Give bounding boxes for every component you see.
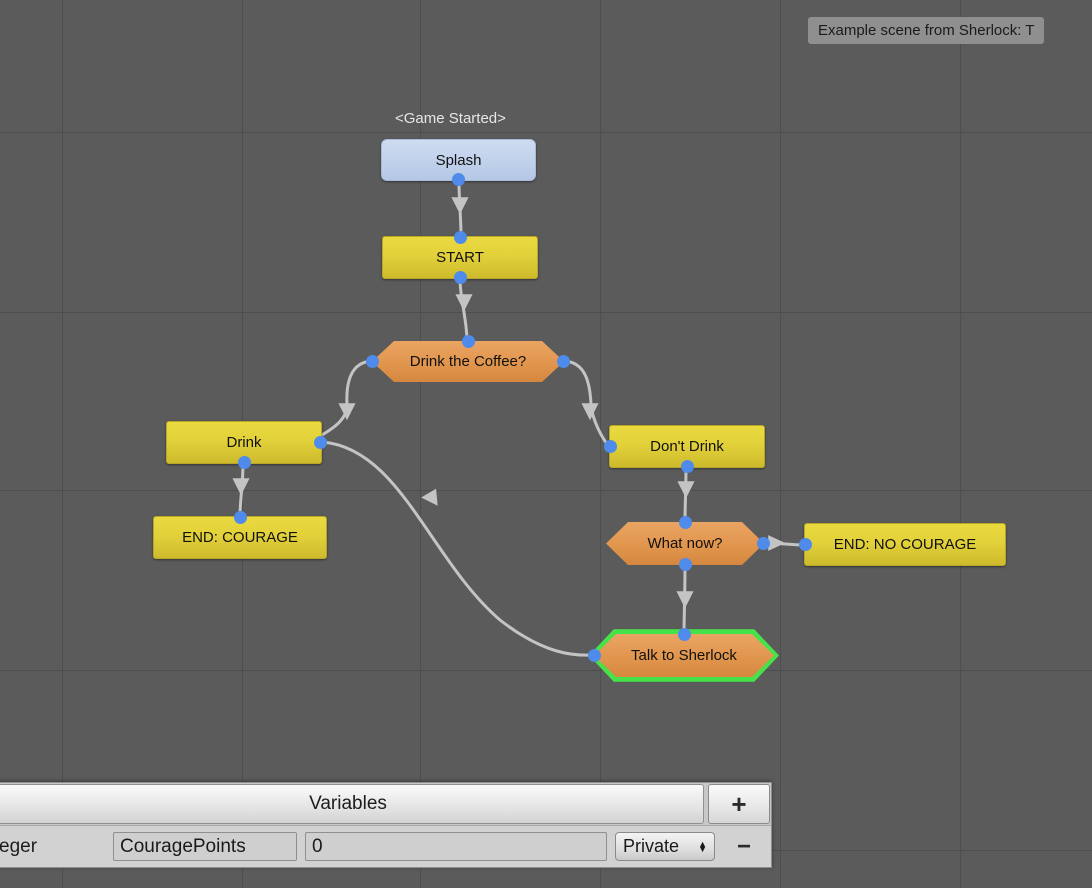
node-label: Drink the Coffee?: [409, 353, 527, 370]
variables-panel: Variables + eger CouragePoints 0 Private ▲ ▼ −: [0, 782, 772, 868]
game-started-caption: <Game Started>: [395, 110, 506, 127]
node-label: Don't Drink: [650, 438, 724, 455]
edge-arrow-dont-drink-what-now: [677, 481, 695, 499]
edge-arrow-what-now-talk: [676, 591, 694, 609]
updown-arrows-icon: ▲ ▼: [698, 838, 707, 854]
edge-arrow-start-coffee: [455, 294, 473, 312]
node-port-right[interactable]: [314, 436, 327, 449]
node-label: Talk to Sherlock: [631, 647, 737, 664]
graph-node-talk-sherlock[interactable]: Talk to Sherlock: [588, 628, 774, 677]
caption-label: <Game Started>: [395, 110, 506, 127]
node-port-bottom[interactable]: [453, 271, 467, 284]
edge-arrow-coffee-dont-drink: [581, 403, 599, 421]
node-port-top[interactable]: [678, 516, 692, 529]
remove-variable-button[interactable]: −: [723, 833, 765, 861]
graph-node-what-now[interactable]: What now?: [606, 516, 770, 571]
edge-arrow-coffee-drink: [338, 403, 356, 421]
plus-icon: +: [731, 788, 747, 819]
node-port-bottom[interactable]: [237, 456, 251, 469]
node-label: END: COURAGE: [182, 529, 298, 546]
node-port-left[interactable]: [588, 649, 601, 662]
node-label: Splash: [435, 151, 482, 169]
node-port-right[interactable]: [757, 537, 770, 550]
scene-note-tooltip: Example scene from Sherlock: T: [808, 17, 1045, 44]
node-label: Drink: [226, 434, 262, 451]
scene-note-text: Example scene from Sherlock: T: [818, 22, 1035, 39]
variable-scope-dropdown[interactable]: Private ▲ ▼: [615, 832, 715, 861]
graph-node-splash[interactable]: Splash: [381, 139, 536, 186]
graph-node-end-courage[interactable]: END: COURAGE: [153, 511, 327, 559]
variables-header: Variables +: [0, 783, 771, 825]
variable-row: eger CouragePoints 0 Private ▲ ▼ −: [0, 825, 771, 867]
graph-node-start[interactable]: START: [382, 231, 538, 284]
edge-arrow-drink-talk-sherlock: [421, 488, 438, 506]
node-port-bottom[interactable]: [452, 173, 465, 186]
node-label: What now?: [647, 535, 723, 552]
add-variable-button[interactable]: +: [708, 784, 770, 824]
node-label: START: [436, 249, 484, 266]
node-port-right[interactable]: [557, 355, 570, 368]
variable-value-input[interactable]: 0: [305, 832, 607, 861]
node-port-bottom[interactable]: [680, 460, 694, 473]
graph-node-dont-drink[interactable]: Don't Drink: [604, 425, 765, 473]
variable-name-input[interactable]: CouragePoints: [113, 832, 297, 861]
graph-node-drink[interactable]: Drink: [166, 421, 327, 469]
edge-coffee-drink[interactable]: [320, 359, 374, 437]
node-label: END: NO COURAGE: [833, 536, 977, 553]
variable-scope-label: Private: [623, 836, 680, 856]
variables-rows: eger CouragePoints 0 Private ▲ ▼ −: [0, 825, 771, 867]
variables-title: Variables: [0, 784, 704, 824]
edge-arrow-splash-start: [451, 197, 469, 215]
node-port-top[interactable]: [677, 628, 691, 641]
variable-type-label: eger: [0, 835, 38, 857]
node-port-left[interactable]: [366, 355, 379, 368]
graph-node-drink-coffee[interactable]: Drink the Coffee?: [366, 335, 570, 382]
edge-drink-talk-sherlock[interactable]: [320, 440, 596, 657]
edge-arrow-what-now-end-no: [768, 535, 786, 551]
edge-arrow-drink-end-courage: [232, 478, 250, 496]
node-port-top[interactable]: [461, 335, 475, 348]
node-port-left[interactable]: [799, 538, 812, 551]
node-port-top[interactable]: [233, 511, 247, 524]
variables-title-label: Variables: [309, 793, 387, 814]
node-port-bottom[interactable]: [678, 558, 692, 571]
graph-node-end-no-courage[interactable]: END: NO COURAGE: [799, 523, 1006, 566]
node-port-top[interactable]: [453, 231, 467, 244]
node-port-left[interactable]: [604, 440, 617, 453]
edge-layer: [232, 180, 806, 657]
graph-canvas[interactable]: <Game Started> Splash START Drink the Coff…: [0, 0, 1092, 888]
